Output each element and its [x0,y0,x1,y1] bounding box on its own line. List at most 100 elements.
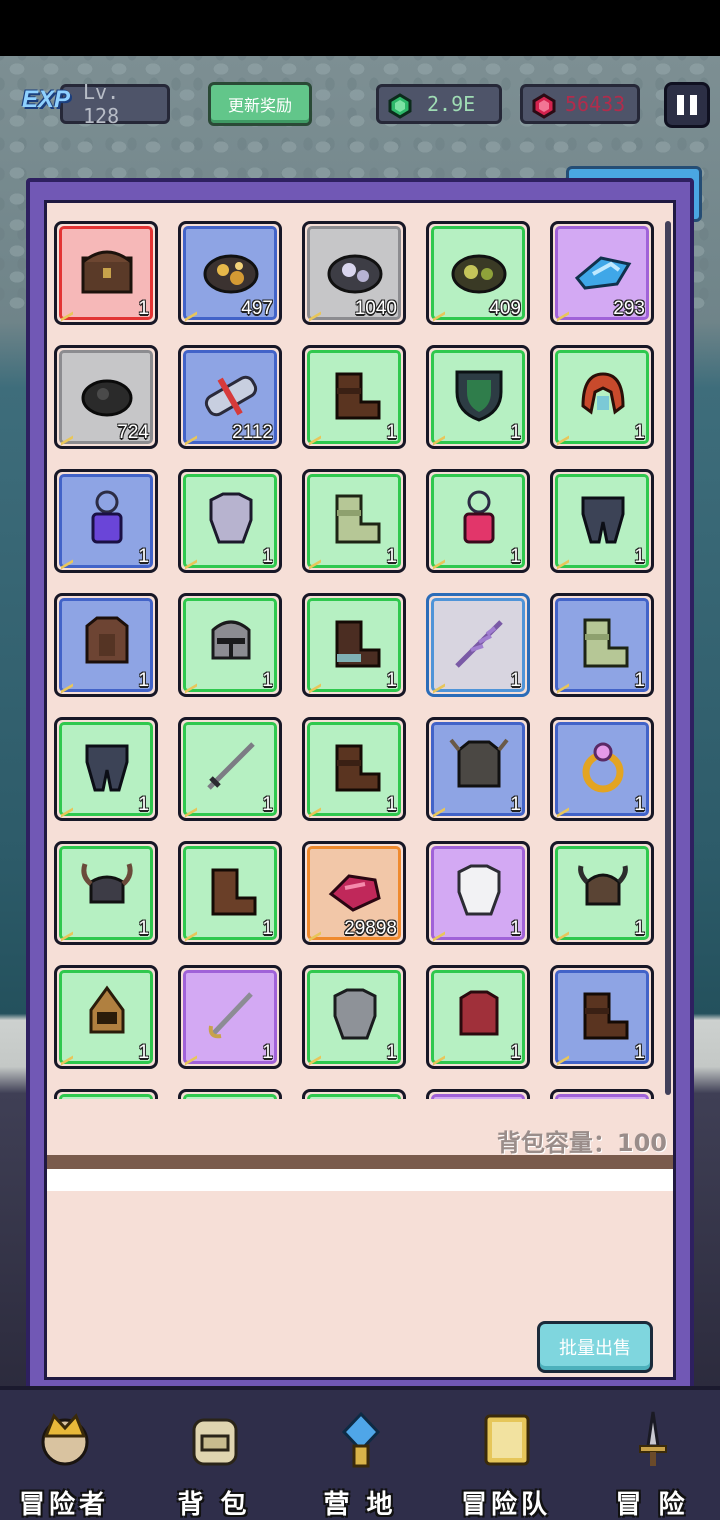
silver-ore-icon [327,254,383,294]
inventory-slot[interactable]: 1 [550,965,654,1069]
status-bar [0,0,720,56]
inventory-slot[interactable] [426,1089,530,1099]
inventory-slot[interactable]: 1 [54,469,158,573]
treasure-chest-icon [81,250,133,294]
inventory-slot[interactable] [302,1089,406,1099]
scroll-icon [204,375,258,417]
inventory-slot[interactable] [178,1089,282,1099]
gold-ore-icon [203,254,259,294]
slot-frame [555,1094,649,1099]
inventory-slot[interactable]: 1 [302,345,406,449]
inventory-slot[interactable]: 1 [550,841,654,945]
level-text: Lv. 128 [83,80,120,128]
nav-label: 冒险者 [18,1490,109,1520]
inventory-slot[interactable]: 29898 [302,841,406,945]
nav-item-3[interactable]: 冒险队 [446,1402,566,1520]
ruby-counter: 56433 [520,84,640,124]
nav-item-0[interactable]: 冒险者 [4,1402,124,1520]
nav-label: 冒 险 [615,1490,689,1520]
nav-item-1[interactable]: 背 包 [154,1402,274,1520]
inventory-slot[interactable]: 1 [426,345,530,449]
ruby-gem-icon [328,874,381,912]
inventory-slot[interactable]: 1 [178,469,282,573]
inventory-slot[interactable]: 1040 [302,221,406,325]
inventory-slot[interactable]: 1 [54,965,158,1069]
item-count: 1 [510,794,521,815]
leather-boots-icon [335,744,381,792]
inventory-slot[interactable]: 1 [302,717,406,821]
inventory-slot[interactable]: 409 [426,221,530,325]
inventory-slot[interactable]: 724 [54,345,158,449]
inventory-slot[interactable]: 1 [550,717,654,821]
inventory-slot[interactable]: 1 [178,841,282,945]
item-count: 1 [138,546,149,567]
bottom-nav: 冒险者 背 包 营 地 冒险队 冒 险 [0,1386,720,1520]
pause-button[interactable] [664,82,710,128]
inventory-slot[interactable]: 1 [178,593,282,697]
inventory-slot[interactable]: 1 [54,841,158,945]
item-count: 1 [510,670,521,691]
inventory-slot[interactable]: 1 [178,965,282,1069]
slot-frame [183,1094,277,1099]
inventory-slot[interactable]: 1 [426,469,530,573]
inventory-slot[interactable]: 1 [178,717,282,821]
silver-armor-icon [209,492,253,544]
inventory-slot[interactable]: 1 [426,717,530,821]
inventory-slot[interactable]: 1 [550,469,654,573]
item-count: 1 [262,794,273,815]
item-count: 1 [138,298,149,319]
item-count: 724 [117,422,149,443]
inventory-grid[interactable]: 1 497 1040 409 293 724 2112 1 1 1 1 1 1 1 1 1 1 1 1 1 1 1 1 1 1 1… [47,203,673,1099]
item-count: 1 [262,670,273,691]
crimson-gauntlet-icon [581,372,625,415]
inventory-slot[interactable]: 497 [178,221,282,325]
ruby-icon [532,93,556,119]
item-count: 1 [634,794,645,815]
steel-armor-icon [333,988,377,1040]
sapphire-amulet-icon [91,490,123,544]
inventory-slot[interactable]: 1 [54,593,158,697]
red-armor-icon [459,990,499,1036]
inventory-slot[interactable]: 1 [426,965,530,1069]
inventory-slot[interactable]: 1 [302,593,406,697]
cloth-boots-icon [335,494,381,544]
bulk-sell-button[interactable]: 批量出售 [537,1321,653,1373]
inventory-slot[interactable]: 1 [302,469,406,573]
nav-item-4[interactable]: 冒 险 [592,1402,712,1520]
inventory-slot[interactable]: 1 [54,221,158,325]
inventory-slot[interactable]: 1 [550,593,654,697]
item-count: 1 [510,918,521,939]
update-reward-button[interactable]: 更新奖励 [208,82,312,126]
item-count: 1 [262,1042,273,1063]
inventory-slot[interactable]: 1 [550,345,654,449]
item-count: 1 [510,422,521,443]
nav-item-2[interactable]: 营 地 [300,1402,420,1520]
dark-boots-icon [335,620,381,668]
inventory-slot[interactable]: 1 [426,841,530,945]
longsword-icon [207,742,255,790]
item-count: 1040 [354,298,397,319]
exp-badge: EXP [22,86,71,113]
purple-branch-icon [455,620,503,668]
item-count: 1 [386,794,397,815]
inventory-slot[interactable]: 293 [550,221,654,325]
item-count: 293 [613,298,645,319]
inventory-scrollbar[interactable] [665,221,671,1095]
emerald-icon [388,93,412,119]
inventory-slot[interactable]: 2112 [178,345,282,449]
dark-leggings-icon [581,496,625,544]
pause-bar-left [677,95,684,115]
item-count: 1 [510,546,521,567]
ruby-count: 56433 [565,92,626,116]
item-count: 1 [634,422,645,443]
inventory-slot[interactable]: 1 [426,593,530,697]
inventory-slot[interactable] [54,1089,158,1099]
inventory-slot[interactable]: 1 [302,965,406,1069]
viking-helmet-icon [578,865,628,906]
horned-helm-icon [81,863,133,904]
item-count: 1 [510,1042,521,1063]
blue-crystal-icon [574,256,632,290]
inventory-slot[interactable]: 1 [54,717,158,821]
slot-frame [59,1094,153,1099]
inventory-slot[interactable] [550,1089,654,1099]
